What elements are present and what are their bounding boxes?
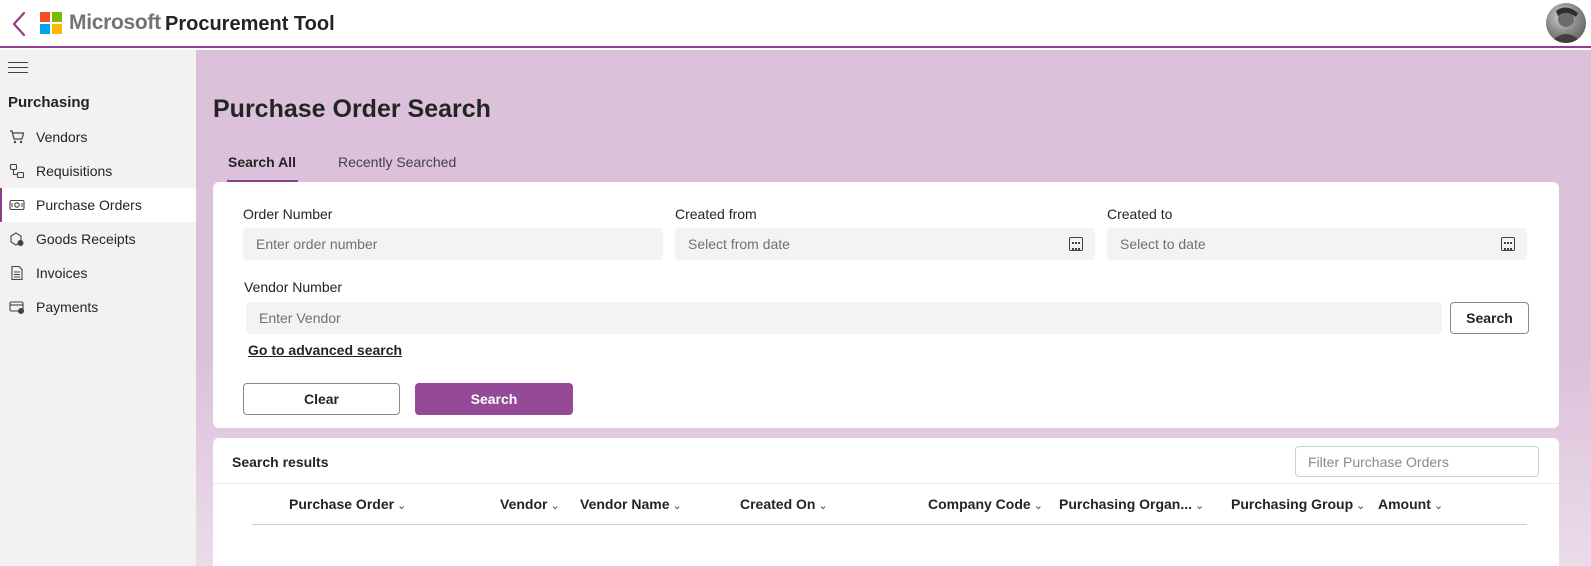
column-header-label: Company Code bbox=[928, 496, 1031, 512]
purchase-orders-icon bbox=[8, 196, 26, 214]
column-header-vendor-name[interactable]: Vendor Name ⌄ bbox=[580, 496, 682, 512]
created-to-placeholder: Select to date bbox=[1120, 236, 1206, 252]
column-header-purchase-order[interactable]: Purchase Order ⌄ bbox=[289, 496, 406, 512]
calendar-icon[interactable] bbox=[1069, 237, 1083, 251]
vendor-number-input[interactable]: Enter Vendor bbox=[246, 302, 1442, 334]
column-header-label: Purchasing Group bbox=[1231, 496, 1354, 512]
divider bbox=[252, 524, 1527, 525]
chevron-down-icon: ⌄ bbox=[1195, 500, 1205, 512]
column-header-amount[interactable]: Amount ⌄ bbox=[1378, 496, 1443, 512]
divider bbox=[213, 483, 1559, 484]
back-icon[interactable] bbox=[10, 10, 30, 38]
column-header-vendor[interactable]: Vendor ⌄ bbox=[500, 496, 560, 512]
brand-name: Microsoft bbox=[69, 11, 161, 34]
search-button[interactable]: Search bbox=[415, 383, 573, 415]
vendor-search-button[interactable]: Search bbox=[1450, 302, 1529, 334]
tab-search-all[interactable]: Search All bbox=[213, 153, 298, 182]
sidebar-item-label: Purchase Orders bbox=[36, 197, 142, 213]
column-header-label: Vendor Name bbox=[580, 496, 670, 512]
sidebar-item-label: Goods Receipts bbox=[36, 231, 136, 247]
chevron-down-icon: ⌄ bbox=[397, 500, 407, 512]
sidebar: Purchasing Vendors Requisitions Purchase… bbox=[0, 50, 196, 566]
hamburger-menu-icon[interactable] bbox=[8, 62, 28, 76]
app-header: Microsoft Procurement Tool bbox=[0, 0, 1591, 48]
sidebar-item-purchase-orders[interactable]: Purchase Orders bbox=[0, 188, 196, 222]
sidebar-section-title: Purchasing bbox=[8, 94, 90, 111]
column-header-company-code[interactable]: Company Code ⌄ bbox=[928, 496, 1043, 512]
chevron-down-icon: ⌄ bbox=[1433, 500, 1444, 512]
created-from-placeholder: Select from date bbox=[688, 236, 790, 252]
goods-receipts-icon bbox=[8, 230, 26, 248]
column-header-label: Vendor bbox=[500, 496, 548, 512]
advanced-search-link[interactable]: Go to advanced search bbox=[248, 342, 402, 358]
chevron-down-icon: ⌄ bbox=[1356, 500, 1366, 512]
created-from-label: Created from bbox=[675, 206, 757, 222]
sidebar-nav: Vendors Requisitions Purchase Orders Goo… bbox=[0, 120, 196, 324]
sidebar-item-label: Requisitions bbox=[36, 163, 113, 179]
avatar[interactable] bbox=[1546, 3, 1586, 43]
chevron-down-icon: ⌄ bbox=[818, 500, 828, 512]
created-from-input[interactable]: Select from date bbox=[675, 228, 1095, 260]
calendar-icon[interactable] bbox=[1501, 237, 1515, 251]
order-number-input[interactable]: Enter order number bbox=[243, 228, 663, 260]
clear-button[interactable]: Clear bbox=[243, 383, 400, 415]
created-to-label: Created to bbox=[1107, 206, 1173, 222]
column-header-label: Created On bbox=[740, 496, 816, 512]
column-header-purchasing-group[interactable]: Purchasing Group ⌄ bbox=[1231, 496, 1365, 512]
search-card: Order Number Enter order number Created … bbox=[213, 182, 1559, 428]
column-header-purchasing-organization[interactable]: Purchasing Organ... ⌄ bbox=[1059, 496, 1204, 512]
document-icon bbox=[8, 264, 26, 282]
chevron-down-icon: ⌄ bbox=[672, 500, 682, 512]
sidebar-item-vendors[interactable]: Vendors bbox=[0, 120, 196, 154]
column-header-label: Purchase Order bbox=[289, 496, 395, 512]
chevron-down-icon: ⌄ bbox=[1033, 500, 1043, 512]
column-header-created-on[interactable]: Created On ⌄ bbox=[740, 496, 828, 512]
sidebar-item-label: Invoices bbox=[36, 265, 88, 281]
results-card: Search results Filter Purchase Orders Pu… bbox=[213, 438, 1559, 566]
order-number-label: Order Number bbox=[243, 206, 333, 222]
page-title: Purchase Order Search bbox=[213, 95, 491, 123]
tab-list: Search All Recently Searched bbox=[213, 153, 498, 182]
tab-recently-searched[interactable]: Recently Searched bbox=[324, 153, 470, 182]
vendor-number-label: Vendor Number bbox=[244, 279, 343, 295]
requisitions-icon bbox=[8, 162, 26, 180]
payments-icon bbox=[8, 298, 26, 316]
filter-purchase-orders-input[interactable]: Filter Purchase Orders bbox=[1295, 446, 1539, 477]
sidebar-item-label: Vendors bbox=[36, 129, 88, 145]
sidebar-item-payments[interactable]: Payments bbox=[0, 290, 196, 324]
sidebar-item-label: Payments bbox=[36, 299, 99, 315]
column-header-label: Purchasing Organ... bbox=[1059, 496, 1193, 512]
results-title: Search results bbox=[232, 454, 329, 470]
cart-icon bbox=[8, 128, 26, 146]
created-to-input[interactable]: Select to date bbox=[1107, 228, 1527, 260]
sidebar-item-goods-receipts[interactable]: Goods Receipts bbox=[0, 222, 196, 256]
chevron-down-icon: ⌄ bbox=[550, 500, 560, 512]
microsoft-logo-icon bbox=[40, 12, 62, 34]
app-title: Procurement Tool bbox=[165, 13, 335, 35]
main-content: Purchase Order Search Search All Recentl… bbox=[196, 50, 1591, 566]
column-header-label: Amount bbox=[1378, 496, 1431, 512]
sidebar-item-invoices[interactable]: Invoices bbox=[0, 256, 196, 290]
sidebar-item-requisitions[interactable]: Requisitions bbox=[0, 154, 196, 188]
